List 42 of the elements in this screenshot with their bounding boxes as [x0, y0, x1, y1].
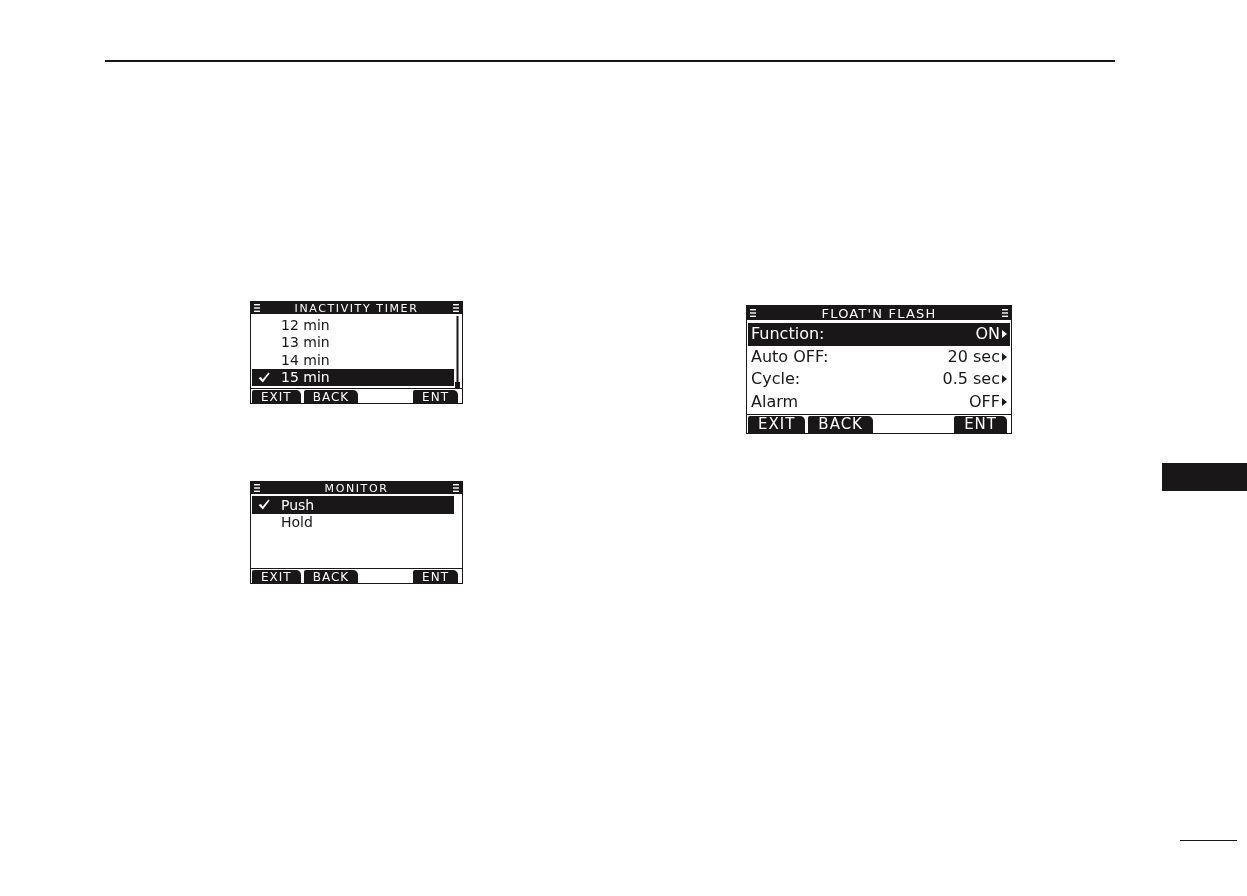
softkey-button[interactable]: EXIT — [252, 570, 301, 583]
softkey-button[interactable]: ENT — [954, 416, 1007, 433]
setting-label: Alarm — [751, 393, 800, 410]
setting-row[interactable]: Auto OFF: 20 sec — [748, 345, 1010, 368]
setting-row[interactable]: Function: ON — [748, 323, 1010, 346]
softkey-button[interactable]: ENT — [413, 570, 458, 583]
menu-item[interactable]: 14 min — [252, 351, 454, 369]
check-icon — [258, 371, 270, 383]
menu-item[interactable]: Push — [252, 496, 454, 514]
setting-row[interactable]: Alarm OFF — [748, 390, 1010, 413]
setting-label: Cycle: — [751, 371, 802, 388]
softkey-button[interactable]: BACK — [808, 416, 873, 433]
menu-icon — [750, 309, 756, 317]
menu-item[interactable]: 13 min — [252, 333, 454, 351]
softkey-button[interactable]: BACK — [303, 390, 359, 403]
menu-icon — [254, 304, 260, 312]
menu-item[interactable]: Hold — [252, 513, 454, 531]
screen-title: INACTIVITY TIMER — [294, 302, 419, 314]
setting-value: ON — [975, 326, 1000, 343]
softkey-button[interactable]: EXIT — [252, 390, 301, 403]
softkey-button[interactable]: EXIT — [748, 416, 806, 433]
menu-item[interactable]: 12 min — [252, 316, 454, 334]
setting-value: OFF — [969, 393, 1000, 410]
screen-title: MONITOR — [324, 482, 389, 494]
menu-icon — [453, 484, 459, 492]
menu-icon — [254, 484, 260, 492]
screen-title: FLOAT'N FLASH — [821, 306, 937, 320]
softkey-button[interactable]: BACK — [303, 570, 359, 583]
triangle-right-icon — [1002, 397, 1007, 406]
menu-item[interactable]: 15 min — [252, 368, 454, 386]
check-icon — [258, 499, 270, 511]
setting-row[interactable]: Cycle: 0.5 sec — [748, 368, 1010, 391]
triangle-right-icon — [1002, 352, 1007, 361]
triangle-right-icon — [1002, 330, 1007, 339]
setting-label: Auto OFF: — [751, 348, 830, 365]
softkey-button[interactable]: ENT — [413, 390, 458, 403]
menu-icon — [1002, 309, 1008, 317]
triangle-right-icon — [1002, 375, 1007, 384]
menu-icon — [453, 304, 459, 312]
setting-value: 0.5 sec — [942, 371, 1000, 388]
setting-label: Function: — [751, 326, 826, 343]
setting-value: 20 sec — [947, 348, 1000, 365]
